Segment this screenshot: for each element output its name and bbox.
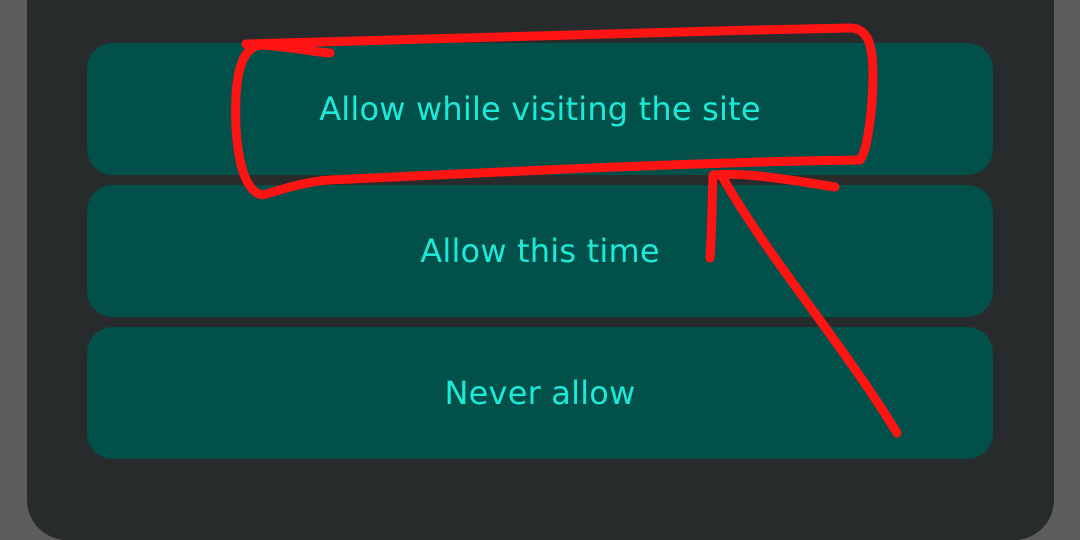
allow-this-time-button[interactable]: Allow this time (87, 185, 993, 317)
allow-while-visiting-button[interactable]: Allow while visiting the site (87, 43, 993, 175)
never-allow-label: Never allow (444, 374, 636, 412)
allow-this-time-label: Allow this time (420, 232, 660, 270)
never-allow-button[interactable]: Never allow (87, 327, 993, 459)
allow-while-visiting-label: Allow while visiting the site (319, 90, 761, 128)
